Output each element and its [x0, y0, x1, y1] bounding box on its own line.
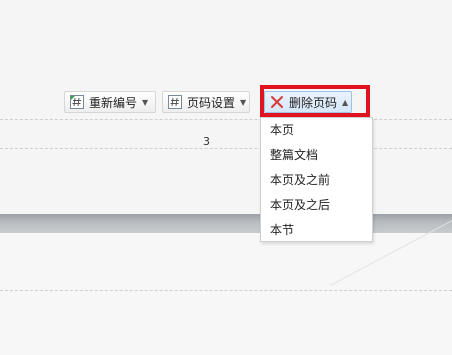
page-number-settings-label: 页码设置: [187, 95, 236, 110]
page-number[interactable]: 3: [203, 135, 210, 148]
document-page-lower: [0, 233, 452, 355]
lower-page-margin-line: [0, 290, 452, 291]
menu-item-this-page[interactable]: 本页: [261, 118, 372, 143]
menu-item-this-page-and-before[interactable]: 本页及之前: [261, 168, 372, 193]
menu-item-this-section[interactable]: 本节: [261, 218, 372, 243]
delete-page-number-button[interactable]: 删除页码 ▲: [264, 91, 352, 113]
red-x-icon: [270, 95, 284, 109]
caret-up-icon: ▲: [342, 97, 349, 107]
menu-item-this-page-and-after[interactable]: 本页及之后: [261, 193, 372, 218]
hash-refresh-icon: [70, 95, 84, 109]
renumber-button[interactable]: 重新编号 ▼: [64, 91, 156, 113]
caret-down-icon: ▼: [240, 97, 247, 107]
caret-down-icon: ▼: [142, 97, 149, 107]
header-boundary-line: [0, 148, 452, 149]
header-margin-line: [0, 119, 452, 120]
hash-icon: [168, 95, 182, 109]
page-number-settings-button[interactable]: 页码设置 ▼: [162, 91, 250, 113]
delete-page-number-menu: 本页 整篇文档 本页及之前 本页及之后 本节: [260, 117, 373, 242]
page-separator: [0, 214, 452, 233]
renumber-label: 重新编号: [89, 95, 138, 110]
menu-item-whole-document[interactable]: 整篇文档: [261, 143, 372, 168]
delete-page-number-label: 删除页码: [289, 95, 338, 110]
